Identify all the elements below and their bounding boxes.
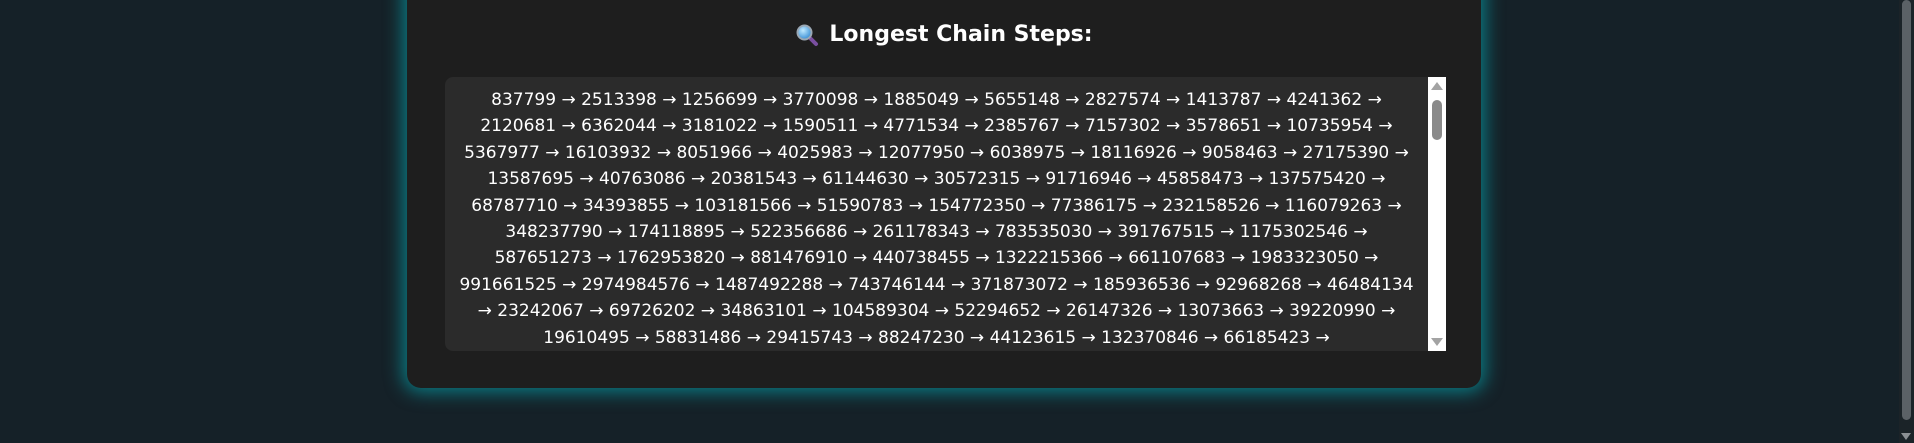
results-card: Longest Chain Steps: 837799 → 2513398 → …	[407, 0, 1481, 388]
page-scroll-down-arrow-icon[interactable]	[1901, 433, 1911, 440]
chain-steps-box[interactable]: 837799 → 2513398 → 1256699 → 3770098 → 1…	[445, 77, 1446, 351]
section-title: Longest Chain Steps:	[829, 22, 1093, 47]
page-scroll-thumb[interactable]	[1902, 0, 1911, 420]
scroll-up-arrow-icon[interactable]	[1431, 82, 1443, 90]
section-heading: Longest Chain Steps:	[407, 22, 1481, 47]
scroll-thumb[interactable]	[1432, 100, 1442, 140]
page: Longest Chain Steps: 837799 → 2513398 → …	[0, 0, 1914, 443]
chain-box-scrollbar[interactable]	[1428, 77, 1446, 351]
page-scrollbar[interactable]	[1899, 0, 1914, 443]
scroll-down-arrow-icon[interactable]	[1431, 338, 1443, 346]
magnifying-glass-icon	[795, 23, 819, 47]
chain-steps-text: 837799 → 2513398 → 1256699 → 3770098 → 1…	[459, 90, 1414, 348]
